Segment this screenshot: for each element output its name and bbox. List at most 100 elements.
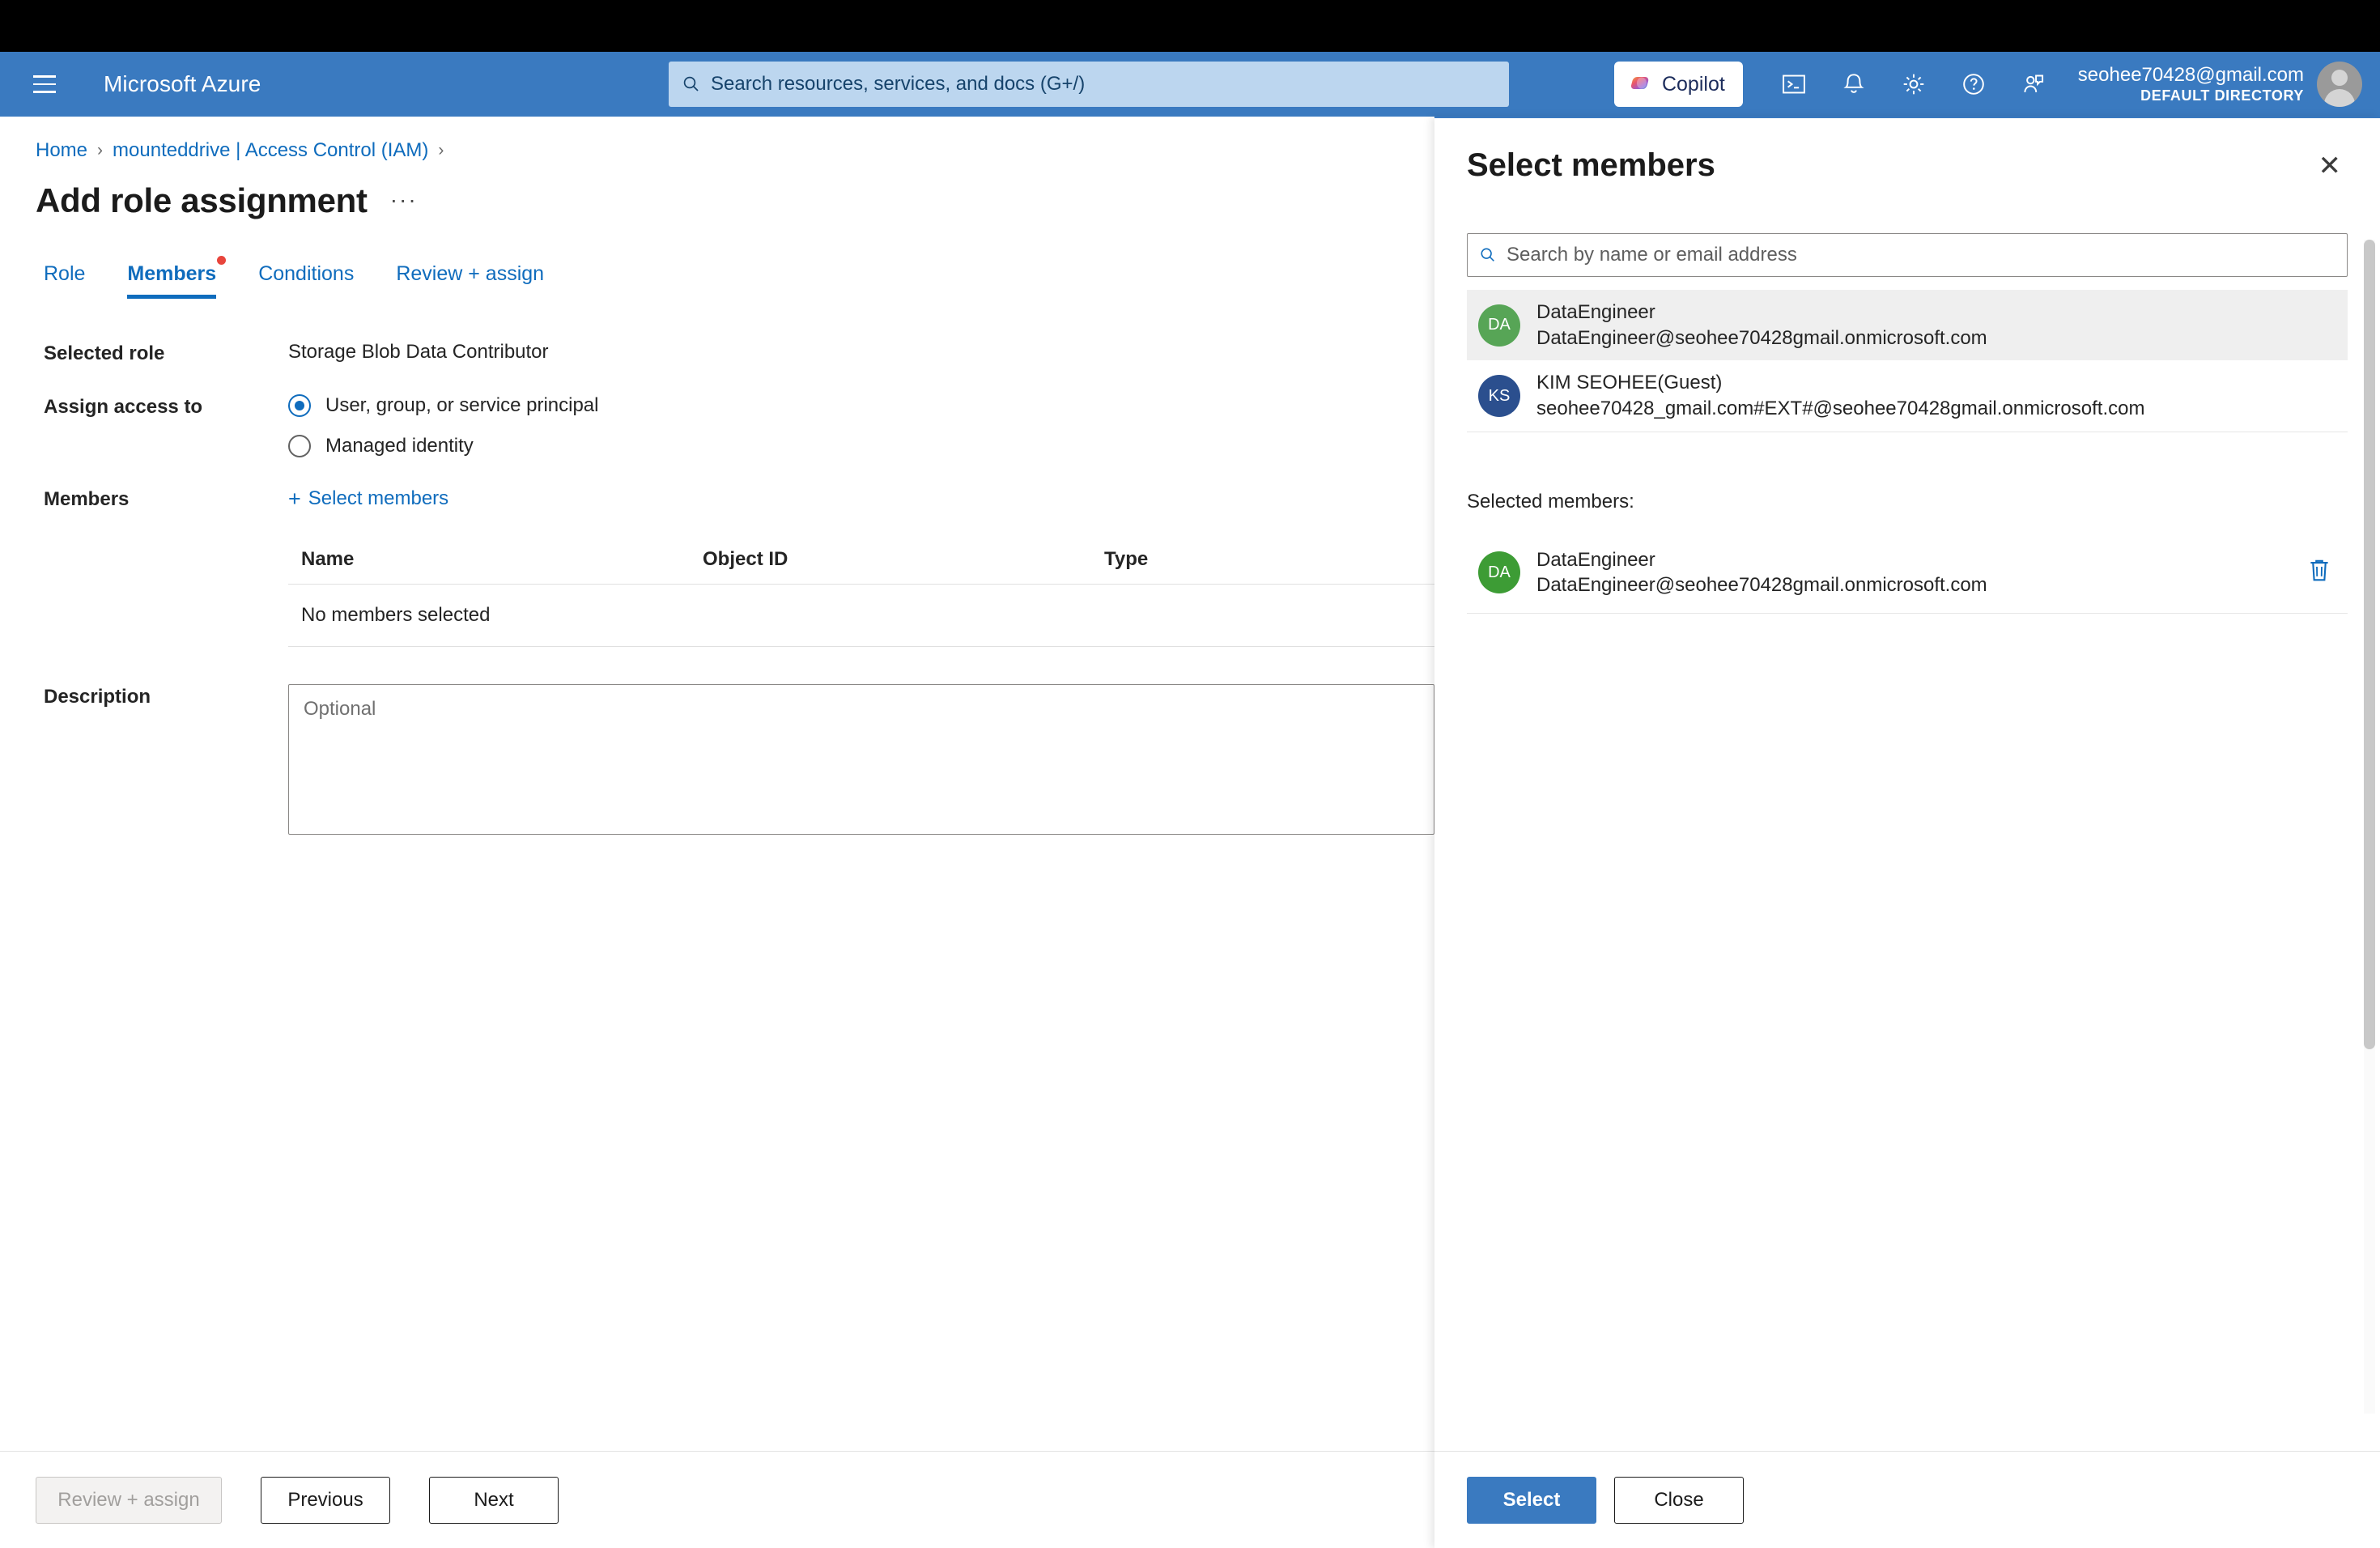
help-icon[interactable]: [1944, 58, 2004, 110]
assign-access-radio-group: User, group, or service principal Manage…: [288, 394, 598, 457]
radio-user-group-label: User, group, or service principal: [325, 394, 599, 416]
list-item[interactable]: DA DataEngineer DataEngineer@seohee70428…: [1467, 290, 2348, 361]
members-form: Selected role Storage Blob Data Contribu…: [0, 299, 1434, 835]
avatar-initials: DA: [1488, 316, 1511, 334]
notifications-icon[interactable]: [1824, 58, 1884, 110]
tab-members[interactable]: Members: [106, 256, 237, 299]
copilot-button[interactable]: Copilot: [1613, 62, 1743, 107]
selected-role-row: Selected role Storage Blob Data Contribu…: [0, 341, 1434, 365]
panel-footer-actions: Select Close: [1434, 1451, 2380, 1548]
wizard-tabs: Role Members Conditions Review + assign: [0, 220, 1434, 299]
radio-indicator-unselected: [288, 435, 311, 457]
review-assign-button[interactable]: Review + assign: [36, 1476, 222, 1524]
search-icon: [1481, 248, 1494, 262]
copilot-label: Copilot: [1661, 72, 1725, 96]
close-button[interactable]: Close: [1614, 1476, 1744, 1524]
top-nav-right-cluster: Copilot seohee70428@gmail.com DEFAULT DI…: [1613, 58, 2362, 110]
members-table-empty-text: No members selected: [301, 604, 491, 626]
table-row-empty: No members selected: [288, 585, 1434, 647]
required-dot-icon: [217, 256, 227, 265]
members-label: Members: [44, 488, 130, 510]
tab-role-label: Role: [44, 262, 86, 285]
breadcrumb-separator-icon: ›: [97, 141, 104, 159]
column-header-type: Type: [1104, 548, 1149, 570]
result-name: DataEngineer: [1536, 301, 1655, 323]
previous-button[interactable]: Previous: [261, 1476, 390, 1524]
panel-title: Select members: [1467, 147, 1715, 183]
global-search-placeholder: Search resources, services, and docs (G+…: [711, 73, 1086, 95]
breadcrumb: Home › mounteddrive | Access Control (IA…: [0, 117, 1434, 162]
avatar[interactable]: [2317, 62, 2362, 107]
member-search-placeholder: Search by name or email address: [1507, 244, 1797, 266]
selected-member-row: DA DataEngineer DataEngineer@seohee70428…: [1467, 538, 2348, 615]
avatar: DA: [1478, 304, 1520, 347]
radio-indicator-selected: [288, 394, 311, 417]
select-button[interactable]: Select: [1467, 1476, 1596, 1524]
more-options-icon[interactable]: ···: [390, 189, 418, 211]
selected-role-value: Storage Blob Data Contributor: [288, 341, 549, 363]
azure-brand-label[interactable]: Microsoft Azure: [104, 71, 261, 97]
members-row: Members + Select members: [0, 487, 1434, 511]
account-directory: DEFAULT DIRECTORY: [2140, 87, 2304, 104]
tab-role[interactable]: Role: [36, 262, 106, 299]
selected-role-label: Selected role: [44, 342, 165, 364]
column-header-name: Name: [301, 548, 355, 570]
copilot-icon: [1630, 77, 1649, 90]
radio-managed-identity-label: Managed identity: [325, 435, 474, 457]
browser-chrome-strip: [0, 0, 2380, 52]
panel-scrollbar[interactable]: [2364, 240, 2375, 1414]
tab-conditions-label: Conditions: [258, 262, 355, 285]
title-row: Add role assignment ···: [0, 162, 1434, 220]
radio-user-group-service-principal[interactable]: User, group, or service principal: [288, 394, 598, 417]
global-search-input[interactable]: Search resources, services, and docs (G+…: [669, 62, 1509, 107]
selected-members-label: Selected members:: [1467, 490, 1634, 512]
select-members-panel: Select members ✕ Search by name or email…: [1434, 117, 2380, 1548]
selected-member-email: DataEngineer@seohee70428gmail.onmicrosof…: [1536, 574, 1987, 597]
breadcrumb-home[interactable]: Home: [36, 139, 87, 162]
selected-member-name: DataEngineer: [1536, 548, 1655, 571]
panel-header: Select members ✕: [1434, 118, 2380, 185]
list-item[interactable]: KS KIM SEOHEE(Guest) seohee70428_gmail.c…: [1467, 360, 2348, 431]
account-email: seohee70428@gmail.com: [2077, 63, 2304, 86]
close-icon[interactable]: ✕: [2312, 147, 2348, 185]
plus-icon: +: [288, 486, 301, 511]
feedback-icon[interactable]: [2004, 58, 2063, 110]
panel-scrollbar-thumb[interactable]: [2364, 240, 2375, 1049]
trash-icon[interactable]: [2302, 552, 2336, 593]
tab-review-assign-label: Review + assign: [396, 262, 545, 285]
description-label: Description: [44, 686, 151, 708]
column-header-object-id: Object ID: [703, 548, 788, 570]
avatar: DA: [1478, 551, 1520, 594]
description-row: Description Optional: [0, 684, 1434, 835]
result-email: DataEngineer@seohee70428gmail.onmicrosof…: [1536, 326, 1987, 349]
result-email: seohee70428_gmail.com#EXT#@seohee70428gm…: [1536, 398, 2145, 420]
assign-access-row: Assign access to User, group, or service…: [0, 394, 1434, 457]
tab-members-label: Members: [127, 262, 217, 285]
avatar: KS: [1478, 375, 1520, 418]
radio-managed-identity[interactable]: Managed identity: [288, 435, 598, 457]
breadcrumb-parent[interactable]: mounteddrive | Access Control (IAM): [113, 139, 428, 162]
members-table: Name Object ID Type No members selected: [288, 548, 1434, 647]
cloud-shell-icon[interactable]: [1764, 58, 1824, 110]
select-members-label: Select members: [308, 487, 449, 509]
breadcrumb-separator-icon-2: ›: [438, 141, 444, 159]
hamburger-icon[interactable]: [28, 67, 62, 101]
search-icon: [683, 76, 699, 91]
select-members-button[interactable]: + Select members: [288, 487, 448, 511]
member-search-input[interactable]: Search by name or email address: [1467, 233, 2348, 277]
account-menu[interactable]: seohee70428@gmail.com DEFAULT DIRECTORY: [2078, 62, 2362, 107]
add-role-assignment-blade: Home › mounteddrive | Access Control (IA…: [0, 117, 1434, 1548]
blade-footer-actions: Review + assign Previous Next: [0, 1451, 1434, 1548]
tab-conditions[interactable]: Conditions: [237, 262, 375, 299]
tab-review-assign[interactable]: Review + assign: [375, 262, 565, 299]
settings-gear-icon[interactable]: [1884, 58, 1944, 110]
avatar-initials: KS: [1488, 386, 1511, 405]
result-name: KIM SEOHEE(Guest): [1536, 372, 1723, 394]
members-table-header: Name Object ID Type: [288, 548, 1434, 585]
description-textarea[interactable]: Optional: [288, 684, 1434, 835]
member-results-list: DA DataEngineer DataEngineer@seohee70428…: [1467, 290, 2348, 432]
azure-top-navigation: Microsoft Azure Search resources, servic…: [0, 52, 2380, 117]
next-button[interactable]: Next: [429, 1476, 559, 1524]
description-placeholder: Optional: [304, 698, 376, 720]
assign-access-label: Assign access to: [44, 396, 203, 418]
